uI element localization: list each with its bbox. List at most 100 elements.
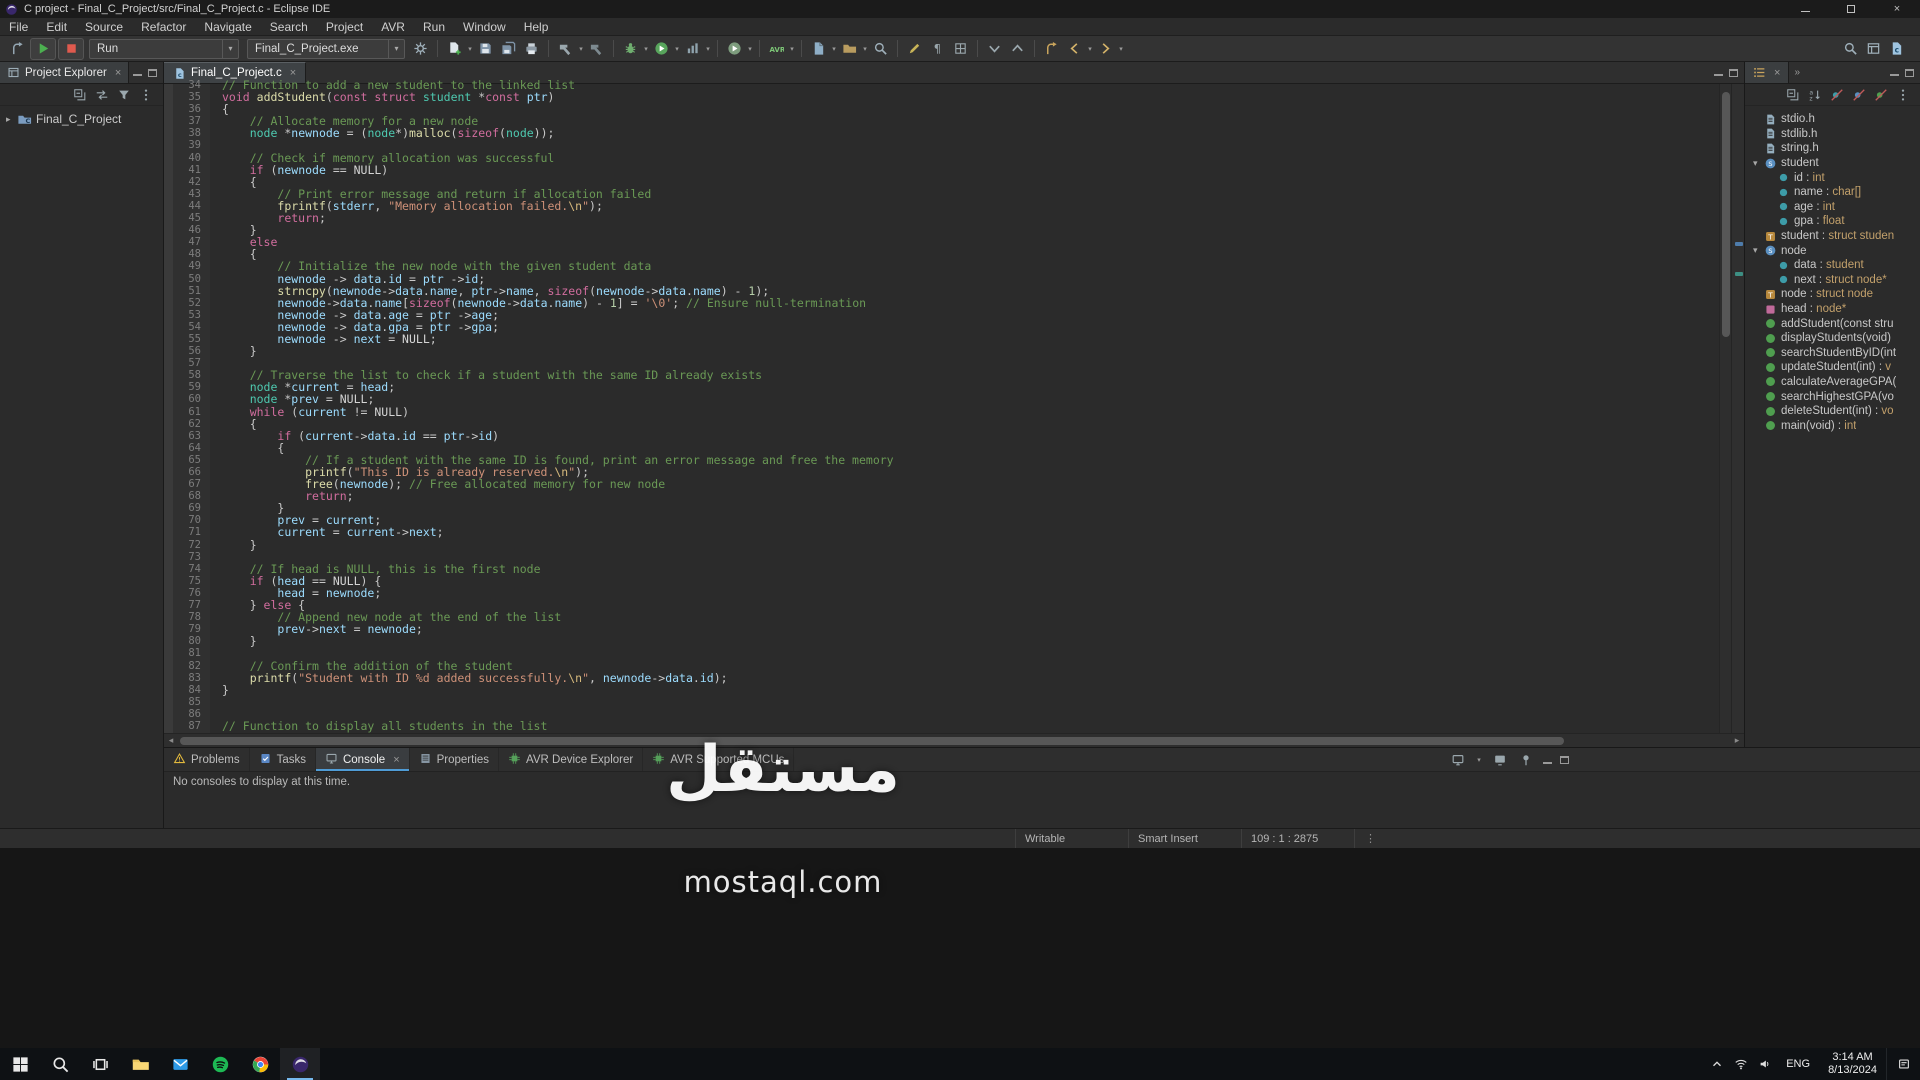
filter-icon[interactable] xyxy=(115,86,133,104)
terminate-button[interactable] xyxy=(58,38,84,60)
open-console-icon[interactable] xyxy=(1449,751,1467,769)
save-all-icon[interactable] xyxy=(498,38,519,59)
view-menu-icon[interactable] xyxy=(137,86,155,104)
maximize-view-icon[interactable] xyxy=(1905,69,1914,77)
tab-problems[interactable]: Problems xyxy=(164,748,250,771)
build-project-icon[interactable] xyxy=(586,38,607,59)
minimize-view-icon[interactable] xyxy=(1543,757,1552,764)
outline-item[interactable]: string.h xyxy=(1745,141,1920,156)
outline-item[interactable]: age : int xyxy=(1745,200,1920,215)
notification-center-icon[interactable] xyxy=(1886,1048,1920,1080)
tab-properties[interactable]: Properties xyxy=(410,748,499,771)
mark-occurrences-icon[interactable] xyxy=(904,38,925,59)
chevron-down-icon[interactable]: ▾ xyxy=(861,45,869,53)
save-icon[interactable] xyxy=(475,38,496,59)
pin-console-icon[interactable] xyxy=(1517,751,1535,769)
outline-item[interactable]: stdlib.h xyxy=(1745,127,1920,142)
minimize-view-icon[interactable] xyxy=(133,69,142,76)
outline-item[interactable]: addStudent(const stru xyxy=(1745,316,1920,331)
outline-item[interactable]: gpa : float xyxy=(1745,214,1920,229)
scrollbar-thumb[interactable] xyxy=(180,737,1564,745)
outline-item[interactable]: displayStudents(void) xyxy=(1745,331,1920,346)
tab-overflow-icon[interactable]: » xyxy=(1789,67,1805,78)
hide-fields-icon[interactable] xyxy=(1828,86,1846,104)
maximize-view-icon[interactable] xyxy=(1729,69,1738,77)
statusbar-menu-icon[interactable]: ⋮ xyxy=(1354,829,1386,848)
chevron-down-icon[interactable]: ▾ xyxy=(830,45,838,53)
outline-item[interactable]: Tstudent : struct studen xyxy=(1745,229,1920,244)
chevron-down-icon[interactable]: ▾ xyxy=(388,40,404,58)
outline-item[interactable]: name : char[] xyxy=(1745,185,1920,200)
new-wizard-icon[interactable] xyxy=(444,38,465,59)
outline-item[interactable]: ▾Snode xyxy=(1745,243,1920,258)
outline-item[interactable]: calculateAverageGPA( xyxy=(1745,375,1920,390)
chevron-down-icon[interactable]: ▾ xyxy=(642,45,650,53)
back-icon[interactable] xyxy=(1064,38,1085,59)
new-folder-icon[interactable] xyxy=(839,38,860,59)
minimize-view-icon[interactable] xyxy=(1714,69,1723,76)
build-all-icon[interactable] xyxy=(555,38,576,59)
outline-item[interactable]: head : node* xyxy=(1745,302,1920,317)
overview-ruler[interactable] xyxy=(1731,84,1744,733)
show-whitespace-icon[interactable]: ¶ xyxy=(927,38,948,59)
outline-item[interactable]: main(void) : int xyxy=(1745,418,1920,433)
maximize-view-icon[interactable] xyxy=(1560,756,1569,764)
launch-config-combo[interactable]: Final_C_Project.exe▾ xyxy=(247,39,405,59)
eclipse-button[interactable] xyxy=(280,1048,320,1080)
outline-item[interactable]: next : struct node* xyxy=(1745,273,1920,288)
next-annotation-icon[interactable] xyxy=(984,38,1005,59)
forward-icon[interactable] xyxy=(1095,38,1116,59)
outline-item[interactable]: updateStudent(int) : v xyxy=(1745,360,1920,375)
print-icon[interactable] xyxy=(521,38,542,59)
code-editor[interactable]: 34// Function to add a new student to th… xyxy=(164,84,1744,733)
close-icon[interactable]: × xyxy=(115,67,121,79)
view-menu-icon[interactable] xyxy=(1894,86,1912,104)
network-icon[interactable] xyxy=(1729,1048,1753,1080)
chevron-down-icon[interactable]: ▾ xyxy=(1475,756,1483,764)
chevron-right-icon[interactable]: ▸ xyxy=(6,114,17,125)
minimize-button[interactable] xyxy=(1782,0,1828,18)
tab-tasks[interactable]: Tasks xyxy=(250,748,316,771)
hide-static-icon[interactable] xyxy=(1850,86,1868,104)
outline-item[interactable]: ▾Sstudent xyxy=(1745,156,1920,171)
file-explorer-button[interactable] xyxy=(120,1048,160,1080)
search-icon[interactable] xyxy=(1840,38,1861,59)
tree-item-final_c_project[interactable]: ▸CFinal_C_Project xyxy=(0,110,163,128)
chevron-down-icon[interactable]: ▾ xyxy=(1753,245,1764,256)
avr-upload-icon[interactable]: AVR xyxy=(766,38,787,59)
chevron-down-icon[interactable]: ▾ xyxy=(1753,158,1764,169)
scrollbar-thumb[interactable] xyxy=(1722,92,1730,337)
last-edit-location-icon[interactable] xyxy=(1041,38,1062,59)
chevron-down-icon[interactable]: ▾ xyxy=(704,45,712,53)
cpp-perspective-icon[interactable]: c xyxy=(1886,38,1907,59)
outline-item[interactable]: searchHighestGPA(vo xyxy=(1745,389,1920,404)
menu-run[interactable]: Run xyxy=(414,18,454,35)
sort-icon[interactable]: az xyxy=(1806,86,1824,104)
close-button[interactable]: × xyxy=(1874,0,1920,18)
scroll-left-icon[interactable]: ◂ xyxy=(164,735,178,746)
menu-edit[interactable]: Edit xyxy=(37,18,76,35)
restore-welcome-icon[interactable] xyxy=(7,38,28,59)
tab-console[interactable]: Console× xyxy=(316,748,410,771)
maximize-view-icon[interactable] xyxy=(148,69,157,77)
collapse-all-icon[interactable] xyxy=(71,86,89,104)
start-button[interactable] xyxy=(0,1048,40,1080)
outline-item[interactable]: deleteStudent(int) : vo xyxy=(1745,404,1920,419)
tray-expand-icon[interactable] xyxy=(1705,1048,1729,1080)
menu-file[interactable]: File xyxy=(0,18,37,35)
external-tools-icon[interactable] xyxy=(724,38,745,59)
outline-item[interactable]: Tnode : struct node xyxy=(1745,287,1920,302)
hide-nonpublic-icon[interactable] xyxy=(1872,86,1890,104)
tab-avr-device-explorer[interactable]: AVR Device Explorer xyxy=(499,748,643,771)
minimize-view-icon[interactable] xyxy=(1890,69,1899,76)
outline-item[interactable]: stdio.h xyxy=(1745,112,1920,127)
menu-help[interactable]: Help xyxy=(515,18,558,35)
tab-avr-supported-mcus[interactable]: AVR Supported MCUs xyxy=(643,748,794,771)
chevron-down-icon[interactable]: ▾ xyxy=(1117,45,1125,53)
run-as-icon[interactable] xyxy=(651,38,672,59)
outline-item[interactable]: searchStudentByID(int xyxy=(1745,346,1920,361)
menu-refactor[interactable]: Refactor xyxy=(132,18,195,35)
outline-item[interactable]: data : student xyxy=(1745,258,1920,273)
display-selected-console-icon[interactable] xyxy=(1491,751,1509,769)
prev-annotation-icon[interactable] xyxy=(1007,38,1028,59)
